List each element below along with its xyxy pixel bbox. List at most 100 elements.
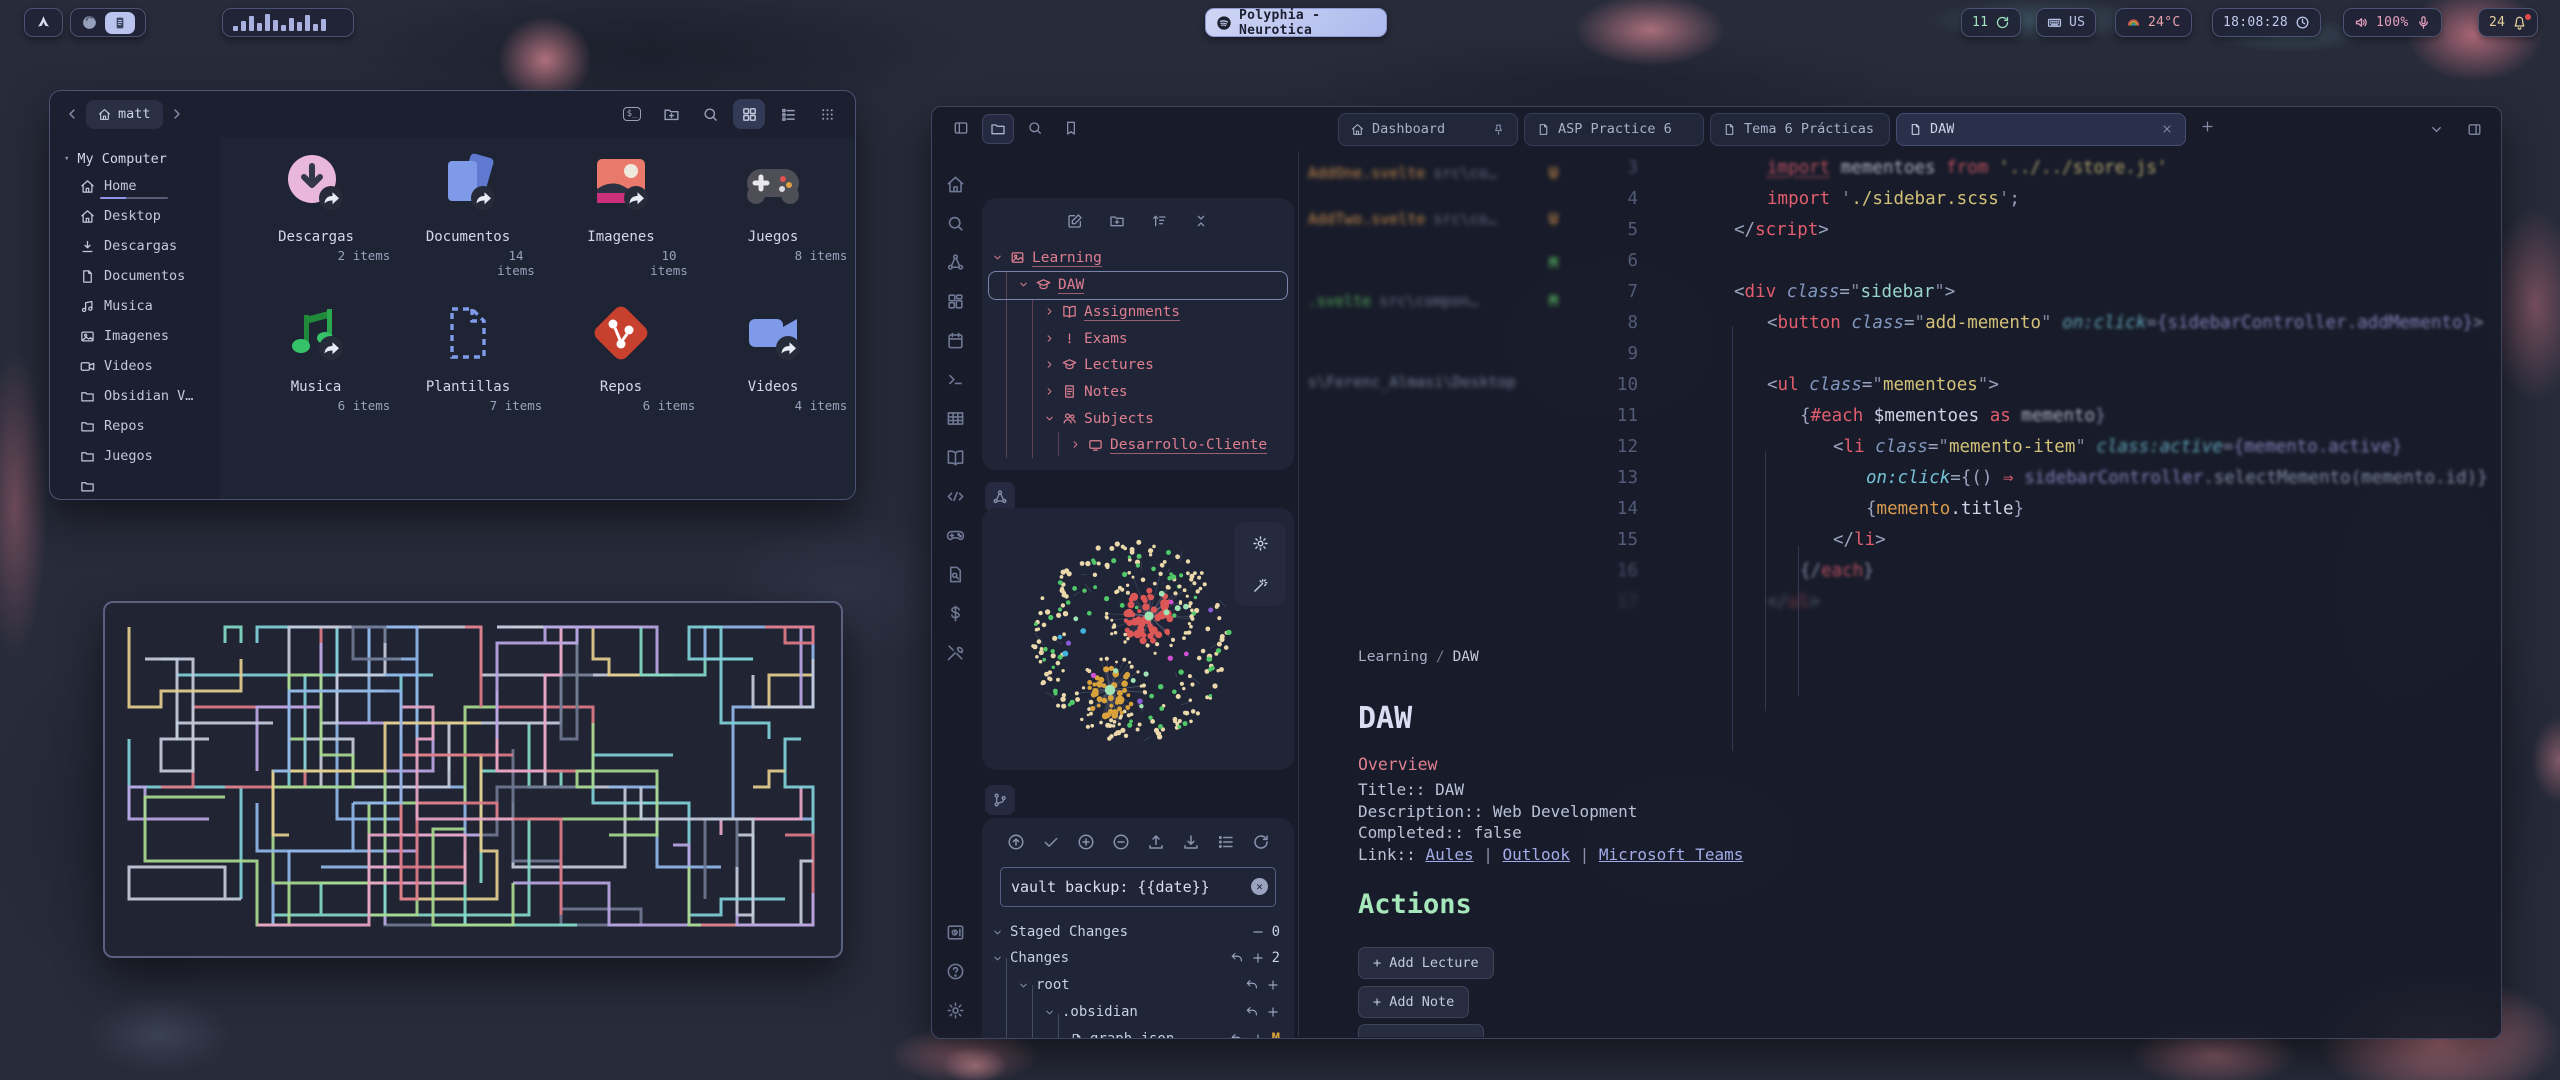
clear-icon[interactable]: ✕ [1251, 878, 1268, 895]
new-tab-button[interactable] [2192, 113, 2222, 141]
tree-item-Exams[interactable]: Exams [982, 325, 1294, 352]
sidebar-item-Documentos[interactable]: Documentos [50, 261, 220, 291]
sidebar-item-Musica[interactable]: Musica [50, 291, 220, 321]
sidebar-item-Imagenes[interactable]: Imagenes [50, 321, 220, 351]
sidebar-item-Descargas[interactable]: Descargas [50, 231, 220, 261]
git-plusCircle-button[interactable] [1077, 831, 1095, 851]
folder-item[interactable]: Juegos8 items [698, 151, 848, 263]
launcher-pill[interactable] [24, 8, 63, 37]
ribbon-terminal[interactable] [932, 360, 978, 399]
git-row-Changes[interactable]: Changes2 [982, 945, 1294, 971]
status-notifications[interactable]: 24 [2478, 8, 2538, 37]
tree-item-Subjects[interactable]: Subjects [982, 405, 1294, 432]
git-downloadT-button[interactable] [1182, 831, 1200, 851]
tab-Tema 6 Prácticas -…[interactable]: Tema 6 Prácticas -… [1710, 113, 1890, 146]
tree-item-Notes[interactable]: Notes [982, 378, 1294, 405]
terminal-button[interactable]: $_ [616, 99, 648, 129]
ribbon-fileSearch[interactable] [932, 555, 978, 594]
dotsGrid-button[interactable] [811, 99, 843, 129]
ribbon-bookO[interactable] [932, 438, 978, 477]
action-button-clipped[interactable] [1358, 1024, 1484, 1037]
tab-DAW[interactable]: DAW [1896, 113, 2186, 146]
panelR-button[interactable] [2459, 115, 2489, 143]
status-audio[interactable]: 100% [2343, 8, 2442, 37]
tree-item-Assignments[interactable]: Assignments [982, 298, 1294, 325]
ribbon-codePct[interactable] [932, 477, 978, 516]
breadcrumb[interactable]: matt [86, 100, 163, 129]
sort-button[interactable] [1151, 210, 1167, 229]
tree-item-Lectures[interactable]: Lectures [982, 351, 1294, 378]
listView-button[interactable] [772, 99, 804, 129]
git-check-button[interactable] [1042, 831, 1060, 851]
note-breadcrumb[interactable]: Learning/DAW [1358, 649, 1479, 665]
folder-button[interactable] [982, 114, 1014, 144]
ribbon-gamepad[interactable] [932, 516, 978, 555]
breadcrumb-part[interactable]: DAW [1453, 649, 1479, 665]
sidebar-root[interactable]: ▾My Computer [50, 151, 220, 171]
sidebar-item-clipped[interactable] [50, 471, 220, 500]
ribbon-dollar[interactable] [932, 594, 978, 633]
searchI-button[interactable] [1020, 114, 1050, 142]
folder-item[interactable]: Videos4 items [698, 301, 848, 413]
app-obsidian[interactable] [105, 12, 135, 34]
folderPlus-button[interactable] [1109, 210, 1125, 229]
ribbon-layout[interactable] [932, 282, 978, 321]
folder-item[interactable]: Plantillas7 items [393, 301, 543, 413]
git-listUl-button[interactable] [1217, 831, 1235, 851]
sidebar-item-Obsidian V…[interactable]: Obsidian V… [50, 381, 220, 411]
breadcrumb-part[interactable]: Learning [1358, 649, 1428, 665]
folder-item[interactable]: Imagenes10 items [546, 151, 696, 278]
ribbon-vault[interactable] [932, 913, 978, 952]
sidebar-item-Desktop[interactable]: Desktop [50, 201, 220, 231]
ribbon-home[interactable] [932, 165, 978, 204]
collapse-button[interactable] [1193, 210, 1209, 229]
git-row-.obsidian[interactable]: .obsidian [982, 999, 1294, 1025]
folder-item[interactable]: Descargas2 items [241, 151, 391, 263]
folder-item[interactable]: Musica6 items [241, 301, 391, 413]
edit-button[interactable] [1067, 210, 1083, 229]
back-button[interactable] [64, 106, 80, 122]
ribbon-help[interactable] [932, 952, 978, 991]
tab-ASP Practice 6[interactable]: ASP Practice 6 [1524, 113, 1704, 146]
tree-item-Learning[interactable]: Learning [982, 244, 1294, 271]
sidebar-item-Repos[interactable]: Repos [50, 411, 220, 441]
app-firefox[interactable] [81, 14, 98, 31]
sidebar-item-Juegos[interactable]: Juegos [50, 441, 220, 471]
ribbon-tools[interactable] [932, 633, 978, 672]
searchI-button[interactable] [694, 99, 726, 129]
bookmark-button[interactable] [1056, 114, 1086, 142]
commit-message-input[interactable] [1000, 867, 1276, 907]
status-keyboard-layout[interactable]: US [2036, 8, 2096, 37]
forward-button[interactable] [169, 106, 185, 122]
folder-item[interactable]: Documentos14 items [393, 151, 543, 278]
graph-wand-button[interactable] [1234, 564, 1286, 606]
status-weather[interactable]: 24°C [2115, 8, 2192, 37]
folderPlus-button[interactable] [655, 99, 687, 129]
git-tab[interactable] [985, 785, 1015, 815]
close-tab-button[interactable] [2161, 121, 2173, 137]
note-link[interactable]: Aules [1425, 845, 1473, 864]
git-row-Staged Changes[interactable]: Staged Changes0 [982, 919, 1294, 945]
folder-item[interactable]: Repos6 items [546, 301, 696, 413]
gridView-button[interactable] [733, 99, 765, 129]
status-clock[interactable]: 18:08:28 [2212, 8, 2321, 37]
music-pill[interactable]: Polyphia - Neurotica [1205, 8, 1387, 37]
ribbon-calendar[interactable] [932, 321, 978, 360]
graph-gear-button[interactable] [1234, 522, 1286, 564]
sidebar-item-Home[interactable]: Home [50, 171, 220, 201]
tab-Dashboard[interactable]: Dashboard [1338, 113, 1518, 146]
git-uploadT-button[interactable] [1147, 831, 1165, 851]
action-button[interactable]: + Add Note [1358, 986, 1469, 1018]
git-upCircle-button[interactable] [1007, 831, 1025, 851]
sidebar-item-Videos[interactable]: Videos [50, 351, 220, 381]
tree-item-Desarrollo-Cliente[interactable]: Desarrollo-Cliente [982, 431, 1294, 458]
ribbon-searchI[interactable] [932, 204, 978, 243]
ribbon-tableI[interactable] [932, 399, 978, 438]
note-link[interactable]: Microsoft Teams [1599, 845, 1744, 864]
panelL-button[interactable] [946, 114, 976, 142]
git-row-graph.json[interactable]: graph.jsonM [982, 1026, 1294, 1039]
tree-item-DAW[interactable]: DAW [982, 271, 1294, 298]
chevD-button[interactable] [2421, 115, 2451, 143]
note-link[interactable]: Outlook [1503, 845, 1570, 864]
status-updates[interactable]: 11 [1961, 8, 2021, 37]
